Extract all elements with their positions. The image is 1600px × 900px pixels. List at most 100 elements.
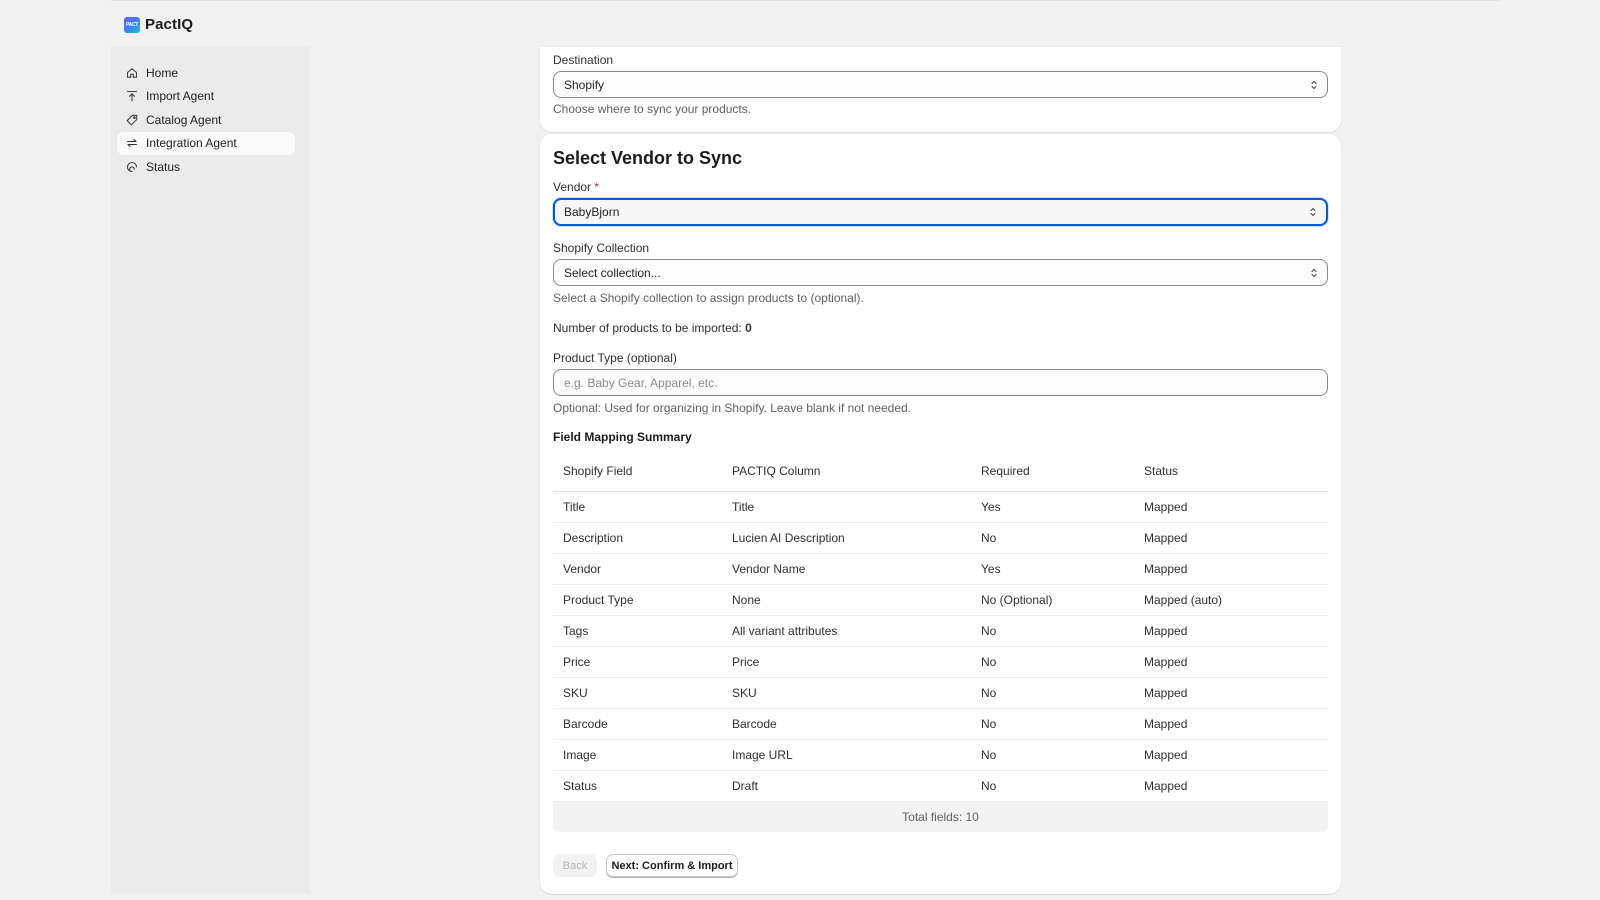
app-name: PactIQ	[145, 16, 194, 33]
table-cell: Barcode	[553, 708, 722, 740]
table-cell: No	[971, 770, 1134, 802]
sidebar-item-catalog-agent[interactable]: Catalog Agent	[117, 108, 295, 131]
column-header: PACTIQ Column	[722, 452, 971, 492]
section-title: Select Vendor to Sync	[553, 148, 743, 168]
chevron-up-down-icon	[1311, 80, 1317, 89]
app-window: PACT PactIQ Home Import Agent Catalog Ag…	[111, 0, 1499, 894]
table-cell: Image URL	[722, 739, 971, 771]
product-type-label: Product Type (optional)	[553, 351, 677, 365]
table-cell: Vendor Name	[722, 553, 971, 585]
destination-help: Choose where to sync your products.	[553, 102, 752, 116]
table-cell: Mapped	[1134, 739, 1328, 771]
table-cell: Image	[553, 739, 722, 771]
table-cell: No	[971, 646, 1134, 678]
column-header: Shopify Field	[553, 452, 722, 492]
table-cell: Description	[553, 522, 722, 554]
table-row: Tags All variant attributes No Mapped	[553, 615, 1328, 647]
table-cell: Vendor	[553, 553, 722, 585]
destination-card: Destination Shopify Choose where to sync…	[540, 47, 1341, 132]
table-total-footer: Total fields: 10	[553, 802, 1328, 832]
table-row: Image Image URL No Mapped	[553, 739, 1328, 771]
table-cell: Mapped	[1134, 522, 1328, 554]
destination-value: Shopify	[564, 77, 605, 92]
product-type-placeholder: e.g. Baby Gear, Apparel, etc.	[564, 375, 718, 390]
collection-help: Select a Shopify collection to assign pr…	[553, 291, 864, 305]
gauge-icon	[126, 161, 138, 173]
table-row: SKU SKU No Mapped	[553, 677, 1328, 709]
table-cell: Mapped (auto)	[1134, 584, 1328, 616]
table-row: Barcode Barcode No Mapped	[553, 708, 1328, 740]
table-cell: Status	[553, 770, 722, 802]
table-cell: None	[722, 584, 971, 616]
table-cell: Title	[553, 491, 722, 523]
vendor-label-text: Vendor	[553, 180, 592, 194]
collection-value: Select collection...	[564, 265, 661, 280]
back-button[interactable]: Back	[553, 854, 597, 877]
table-row: Title Title Yes Mapped	[553, 491, 1328, 523]
collection-select[interactable]: Select collection...	[553, 259, 1328, 286]
table-cell: Yes	[971, 491, 1134, 523]
app-logo[interactable]: PACT PactIQ	[124, 16, 193, 33]
upload-icon	[126, 90, 138, 102]
vendor-value: BabyBjorn	[564, 205, 620, 219]
vendor-select[interactable]: BabyBjorn	[553, 198, 1328, 226]
sidebar-item-label: Integration Agent	[146, 136, 237, 151]
table-row: Price Price No Mapped	[553, 646, 1328, 678]
product-type-input[interactable]: e.g. Baby Gear, Apparel, etc.	[553, 369, 1328, 396]
table-row: Description Lucien AI Description No Mapped	[553, 522, 1328, 554]
sidebar-item-integration-agent[interactable]: Integration Agent	[117, 131, 295, 155]
tag-icon	[126, 114, 138, 126]
table-cell: Title	[722, 491, 971, 523]
vendor-sync-card: Select Vendor to Sync Vendor * BabyBjorn…	[540, 134, 1341, 894]
table-cell: Lucien AI Description	[722, 522, 971, 554]
table-cell: Mapped	[1134, 708, 1328, 740]
table-cell: No	[971, 708, 1134, 740]
product-count-value: 0	[745, 321, 752, 335]
sync-icon	[126, 137, 138, 149]
product-type-help: Optional: Used for organizing in Shopify…	[553, 401, 912, 415]
table-row: Status Draft No Mapped	[553, 770, 1328, 802]
sidebar-item-label: Catalog Agent	[146, 112, 222, 127]
field-mapping-table: Shopify Field PACTIQ Column Required Sta…	[553, 452, 1328, 802]
chevron-up-down-icon	[1311, 268, 1317, 277]
table-cell: SKU	[553, 677, 722, 709]
table-cell: Price	[553, 646, 722, 678]
table-cell: No (Optional)	[971, 584, 1134, 616]
sidebar-item-import-agent[interactable]: Import Agent	[117, 85, 295, 108]
total-fields: Total fields: 10	[902, 810, 979, 824]
table-header-row: Shopify Field PACTIQ Column Required Sta…	[553, 452, 1328, 492]
table-cell: No	[971, 677, 1134, 709]
top-bar: PACT PactIQ	[111, 1, 1499, 47]
table-cell: Mapped	[1134, 615, 1328, 647]
collection-label: Shopify Collection	[553, 241, 650, 255]
required-mark: *	[594, 180, 600, 194]
table-cell: Barcode	[722, 708, 971, 740]
column-header: Status	[1134, 452, 1328, 492]
table-cell: Mapped	[1134, 770, 1328, 802]
column-header: Required	[971, 452, 1134, 492]
sidebar-item-label: Home	[146, 65, 179, 80]
table-row: Product Type None No (Optional) Mapped (aut…	[553, 584, 1328, 616]
next-confirm-import-button[interactable]: Next: Confirm & Import	[606, 854, 738, 877]
sidebar: Home Import Agent Catalog Agent Integrat…	[111, 47, 310, 894]
destination-select[interactable]: Shopify	[553, 71, 1328, 98]
table-cell: Tags	[553, 615, 722, 647]
table-row: Vendor Vendor Name Yes Mapped	[553, 553, 1328, 585]
table-cell: Yes	[971, 553, 1134, 585]
home-icon	[126, 67, 138, 79]
sidebar-item-home[interactable]: Home	[117, 61, 295, 84]
product-count: Number of products to be imported: 0	[553, 321, 752, 335]
sidebar-nav: Home Import Agent Catalog Agent Integrat…	[117, 61, 295, 179]
table-cell: Price	[722, 646, 971, 678]
table-cell: Mapped	[1134, 491, 1328, 523]
chevron-up-down-icon	[1310, 207, 1316, 217]
vendor-label: Vendor *	[553, 180, 599, 194]
table-cell: No	[971, 615, 1134, 647]
sidebar-item-label: Status	[146, 159, 181, 174]
sidebar-item-label: Import Agent	[146, 89, 215, 104]
table-cell: Mapped	[1134, 553, 1328, 585]
sidebar-item-status[interactable]: Status	[117, 155, 295, 178]
table-cell: Mapped	[1134, 677, 1328, 709]
logo-mark-icon: PACT	[124, 16, 140, 33]
table-cell: SKU	[722, 677, 971, 709]
